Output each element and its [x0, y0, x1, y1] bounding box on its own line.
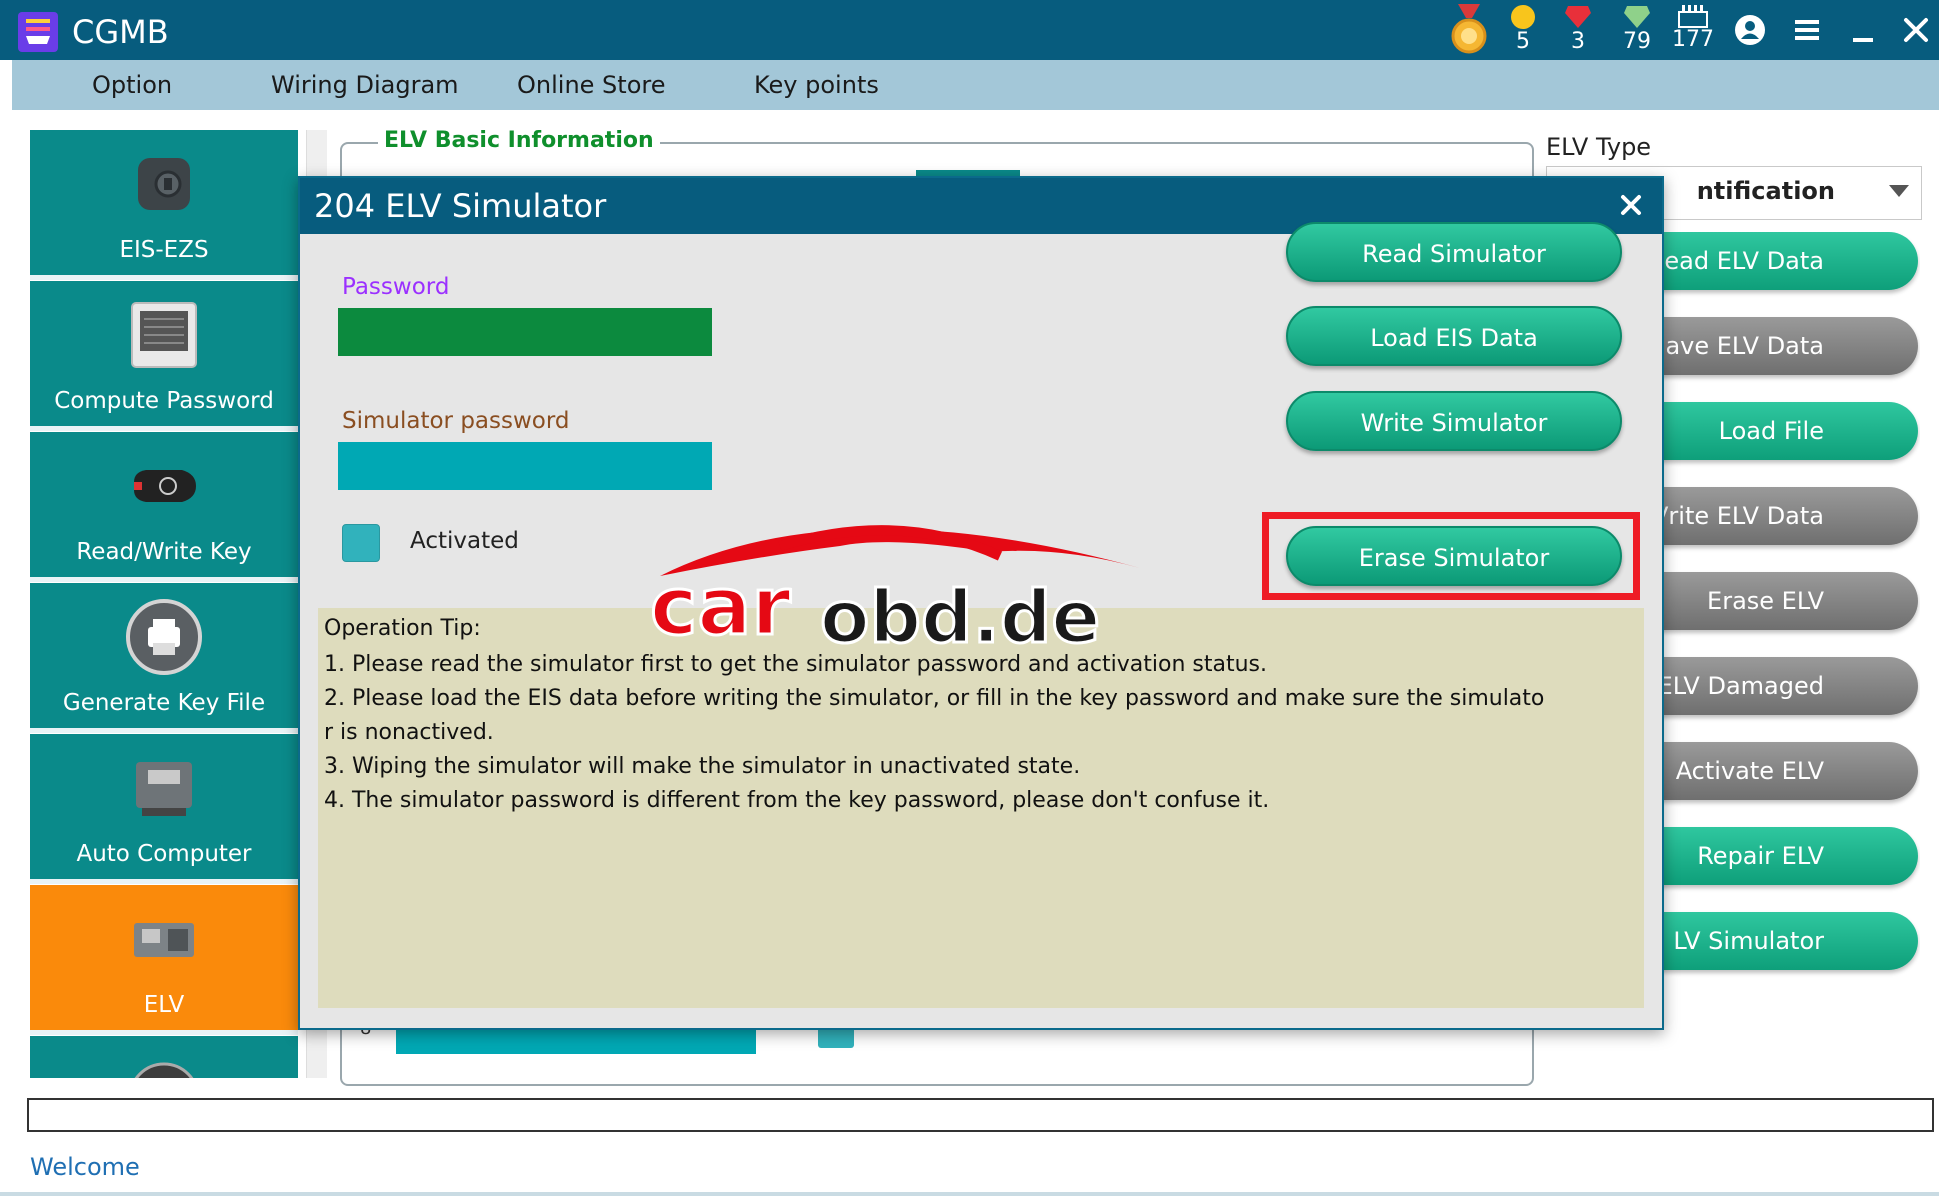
button-label: Vrite ELV Data [1651, 502, 1824, 530]
ignition-switch-icon [138, 158, 190, 210]
sidebar-item-label: Read/Write Key [76, 539, 252, 565]
dialog-title: 204 ELV Simulator [314, 187, 607, 225]
chevron-down-icon [1889, 185, 1909, 197]
red-gem-stat[interactable]: 3 [1553, 4, 1603, 54]
activated-label: Activated [410, 528, 519, 554]
load-eis-data-button[interactable]: Load EIS Data [1286, 306, 1622, 366]
watermark-text-rest: obd.de [820, 575, 1100, 656]
app-title: CGMB [72, 13, 169, 51]
elv-basic-info-legend: ELV Basic Information [378, 126, 660, 156]
sidebar-item-read-write-key[interactable]: Read/Write Key [30, 432, 298, 582]
status-box [27, 1098, 1934, 1132]
welcome-text: Welcome [30, 1153, 140, 1181]
user-icon [1735, 15, 1765, 45]
sidebar-item-label: Auto Computer [76, 841, 252, 867]
menu-online-store[interactable]: Online Store [517, 70, 665, 100]
erase-simulator-highlight [1262, 512, 1640, 600]
close-button[interactable] [1896, 10, 1936, 50]
title-bar: CGMB 5 3 79 177 [0, 0, 1939, 60]
medal-icon [1451, 4, 1487, 54]
app-logo-icon [18, 12, 58, 52]
button-label: ave ELV Data [1665, 332, 1824, 360]
menu-wiring-diagram[interactable]: Wiring Diagram [271, 70, 459, 100]
chip-count: 177 [1672, 27, 1714, 52]
sidebar-item-auto-computer[interactable]: Auto Computer [30, 734, 298, 884]
sidebar-item-compute-password[interactable]: Compute Password [30, 281, 298, 431]
password-field[interactable] [338, 308, 712, 356]
chip-icon [1678, 5, 1708, 28]
tip-line: 2. Please load the EIS data before writi… [324, 686, 1545, 711]
sidebar-item-elv[interactable]: ELV [30, 885, 298, 1035]
dialog-close-icon[interactable] [1614, 188, 1648, 222]
bottom-border [0, 1192, 1939, 1196]
green-gem-icon [1624, 6, 1650, 28]
red-gem-icon [1565, 6, 1591, 28]
button-label: ead ELV Data [1664, 247, 1824, 275]
ecu-icon [136, 762, 192, 816]
red-gem-count: 3 [1571, 29, 1585, 54]
elv-type-value: ntification [1696, 177, 1835, 205]
elv-type-label: ELV Type [1546, 133, 1652, 161]
gauge-icon [134, 1062, 194, 1078]
sidebar-item-label: EIS-EZS [119, 237, 209, 263]
gold-coin-stat[interactable]: 5 [1498, 4, 1548, 54]
sidebar-item-gauge[interactable] [30, 1036, 298, 1078]
menu-bar: Option Wiring Diagram Online Store Key p… [12, 60, 1939, 110]
gold-coin-count: 5 [1516, 29, 1530, 54]
write-simulator-button[interactable]: Write Simulator [1286, 391, 1622, 451]
read-simulator-button[interactable]: Read Simulator [1286, 222, 1622, 282]
menu-key-points[interactable]: Key points [754, 70, 879, 100]
sidebar-item-generate-key-file[interactable]: Generate Key File [30, 583, 298, 733]
sidebar-item-label: ELV [143, 992, 185, 1018]
button-label: Repair ELV [1697, 842, 1824, 870]
menu-icon [1795, 20, 1819, 40]
sidebar-item-label: Compute Password [54, 388, 274, 414]
medal-stat[interactable] [1444, 4, 1494, 56]
processor-icon [131, 302, 197, 368]
printer-icon [126, 599, 202, 675]
button-label: Load File [1718, 417, 1824, 445]
password-label: Password [342, 274, 450, 300]
minimize-icon [1853, 38, 1873, 42]
carobd-watermark-logo: car obd.de [649, 525, 1140, 656]
sidebar-item-label: Generate Key File [62, 690, 266, 716]
simulator-password-field[interactable] [338, 442, 712, 490]
user-button[interactable] [1730, 10, 1770, 50]
operation-tips: Operation Tip: 1. Please read the simula… [318, 608, 1644, 1008]
tip-line: r is nonactived. [324, 720, 494, 745]
button-label: Erase ELV [1707, 587, 1824, 615]
sidebar: EIS-EZS Compute Password Read/Write Key … [30, 130, 298, 1078]
tip-line: 4. The simulator password is different f… [324, 788, 1270, 813]
sidebar-item-eis-ezs[interactable]: EIS-EZS [30, 130, 298, 280]
chip-stat[interactable]: 177 [1668, 4, 1718, 52]
watermark-text-car: car [650, 560, 791, 653]
tips-title: Operation Tip: [324, 616, 481, 641]
tip-line: 3. Wiping the simulator will make the si… [324, 754, 1081, 779]
elv-module-icon [134, 923, 194, 957]
green-gem-count: 79 [1623, 29, 1651, 54]
activated-checkbox[interactable] [342, 524, 380, 562]
button-label: Activate ELV [1675, 757, 1824, 785]
gold-coin-icon [1511, 5, 1535, 29]
simulator-password-label: Simulator password [342, 408, 570, 434]
menu-option[interactable]: Option [92, 70, 172, 100]
button-label: LV Simulator [1673, 927, 1824, 955]
close-icon [1904, 18, 1928, 42]
menu-button[interactable] [1788, 10, 1828, 50]
car-key-icon [134, 470, 196, 502]
minimize-button[interactable] [1844, 10, 1884, 50]
green-gem-stat[interactable]: 79 [1612, 4, 1662, 54]
